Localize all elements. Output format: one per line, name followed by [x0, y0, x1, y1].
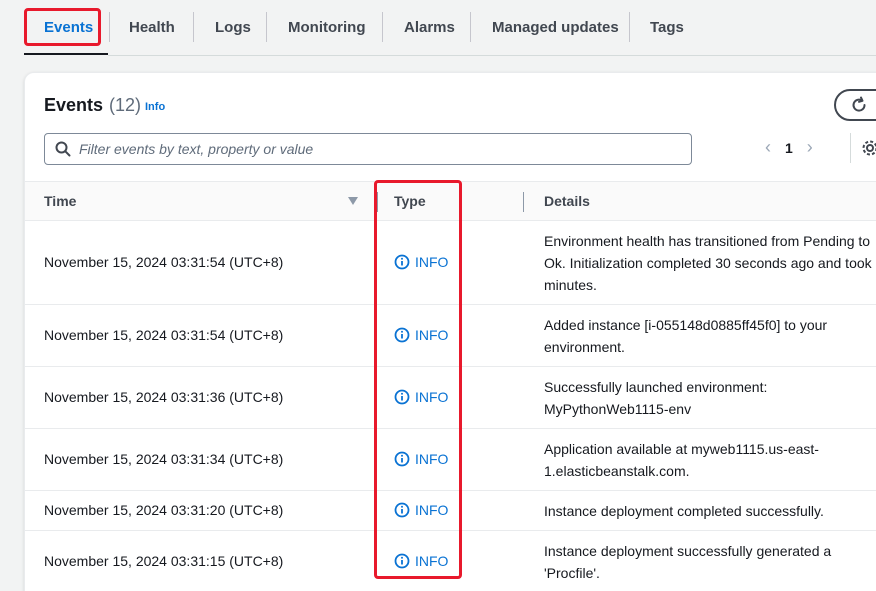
- filter-events-input[interactable]: [79, 141, 659, 157]
- event-details: Added instance [i-055148d0885ff45f0] to …: [544, 317, 828, 355]
- tab-divider: [629, 12, 630, 42]
- tab-bar: Events Health Logs Monitoring Alarms Man…: [0, 0, 876, 56]
- tab-divider: [470, 12, 471, 42]
- event-type: INFO: [394, 451, 448, 467]
- info-circle-icon: [394, 254, 410, 270]
- event-time: November 15, 2024 03:31:15 (UTC+8): [44, 553, 284, 569]
- event-type-label: INFO: [415, 451, 449, 467]
- event-type: INFO: [394, 254, 448, 270]
- table-row: November 15, 2024 03:31:54 (UTC+8) INFO …: [25, 221, 876, 305]
- info-circle-icon: [394, 553, 410, 569]
- info-circle-icon: [394, 327, 410, 343]
- event-time: November 15, 2024 03:31:54 (UTC+8): [44, 327, 284, 343]
- table-header: Time Type Details: [25, 181, 876, 221]
- event-details: Successfully launched environment: MyPyt…: [544, 379, 768, 417]
- info-circle-icon: [394, 389, 410, 405]
- event-type-label: INFO: [415, 553, 449, 569]
- event-time: November 15, 2024 03:31:36 (UTC+8): [44, 389, 284, 405]
- tab-managed-updates[interactable]: Managed updates: [492, 0, 619, 54]
- event-time: November 15, 2024 03:31:54 (UTC+8): [44, 254, 284, 270]
- previous-page-icon[interactable]: ‹: [765, 137, 771, 158]
- refresh-icon: [852, 96, 866, 112]
- events-panel: Events (12) Info ‹ 1 › Time Type Details: [24, 72, 876, 591]
- column-resizer[interactable]: [523, 192, 524, 212]
- next-page-icon[interactable]: ›: [807, 137, 813, 158]
- tab-divider: [382, 12, 383, 42]
- sort-descending-icon[interactable]: [348, 197, 358, 205]
- event-type: INFO: [394, 327, 448, 343]
- active-tab-indicator: [24, 53, 108, 55]
- tab-tags[interactable]: Tags: [650, 0, 684, 54]
- pagination: ‹ 1 ›: [765, 137, 813, 158]
- column-header-type[interactable]: Type: [394, 193, 426, 209]
- tab-health[interactable]: Health: [129, 0, 175, 54]
- event-type: INFO: [394, 389, 448, 405]
- event-type-label: INFO: [415, 254, 449, 270]
- info-circle-icon: [394, 502, 410, 518]
- event-details: Instance deployment successfully generat…: [544, 543, 832, 581]
- table-row: November 15, 2024 03:31:20 (UTC+8) INFO …: [25, 491, 876, 531]
- event-details: Environment health has transitioned from…: [544, 233, 876, 293]
- event-type: INFO: [394, 553, 448, 569]
- column-header-details[interactable]: Details: [544, 193, 590, 209]
- table-row: November 15, 2024 03:31:15 (UTC+8) INFO …: [25, 531, 876, 591]
- panel-title-text: Events: [44, 95, 104, 115]
- tab-logs[interactable]: Logs: [215, 0, 251, 54]
- filter-events-field: [44, 133, 692, 165]
- column-header-time[interactable]: Time: [44, 193, 76, 209]
- event-type-label: INFO: [415, 389, 449, 405]
- pager-divider: [850, 133, 851, 163]
- event-count: (12): [109, 95, 142, 115]
- info-link[interactable]: Info: [145, 101, 165, 113]
- event-time: November 15, 2024 03:31:20 (UTC+8): [44, 502, 284, 518]
- event-details: Instance deployment completed successful…: [544, 503, 824, 519]
- event-type-label: INFO: [415, 327, 449, 343]
- event-time: November 15, 2024 03:31:34 (UTC+8): [44, 451, 284, 467]
- tab-divider: [266, 12, 267, 42]
- tab-monitoring[interactable]: Monitoring: [288, 0, 365, 54]
- refresh-button[interactable]: [834, 89, 876, 121]
- column-resizer[interactable]: [377, 192, 378, 212]
- table-row: November 15, 2024 03:31:34 (UTC+8) INFO …: [25, 429, 876, 491]
- events-tab-annotation-box: [24, 8, 101, 46]
- table-row: November 15, 2024 03:31:36 (UTC+8) INFO …: [25, 367, 876, 429]
- gear-icon[interactable]: [861, 139, 876, 157]
- search-icon: [55, 141, 71, 157]
- panel-title: Events (12): [44, 95, 141, 116]
- tab-divider: [193, 12, 194, 42]
- tab-bar-divider: [108, 55, 876, 56]
- event-details: Application available at myweb1115.us-ea…: [544, 441, 819, 479]
- event-type-label: INFO: [415, 502, 449, 518]
- tab-alarms[interactable]: Alarms: [404, 0, 455, 54]
- info-circle-icon: [394, 451, 410, 467]
- tab-divider: [109, 12, 110, 42]
- table-row: November 15, 2024 03:31:54 (UTC+8) INFO …: [25, 305, 876, 367]
- event-type: INFO: [394, 502, 448, 518]
- current-page-number[interactable]: 1: [785, 140, 793, 156]
